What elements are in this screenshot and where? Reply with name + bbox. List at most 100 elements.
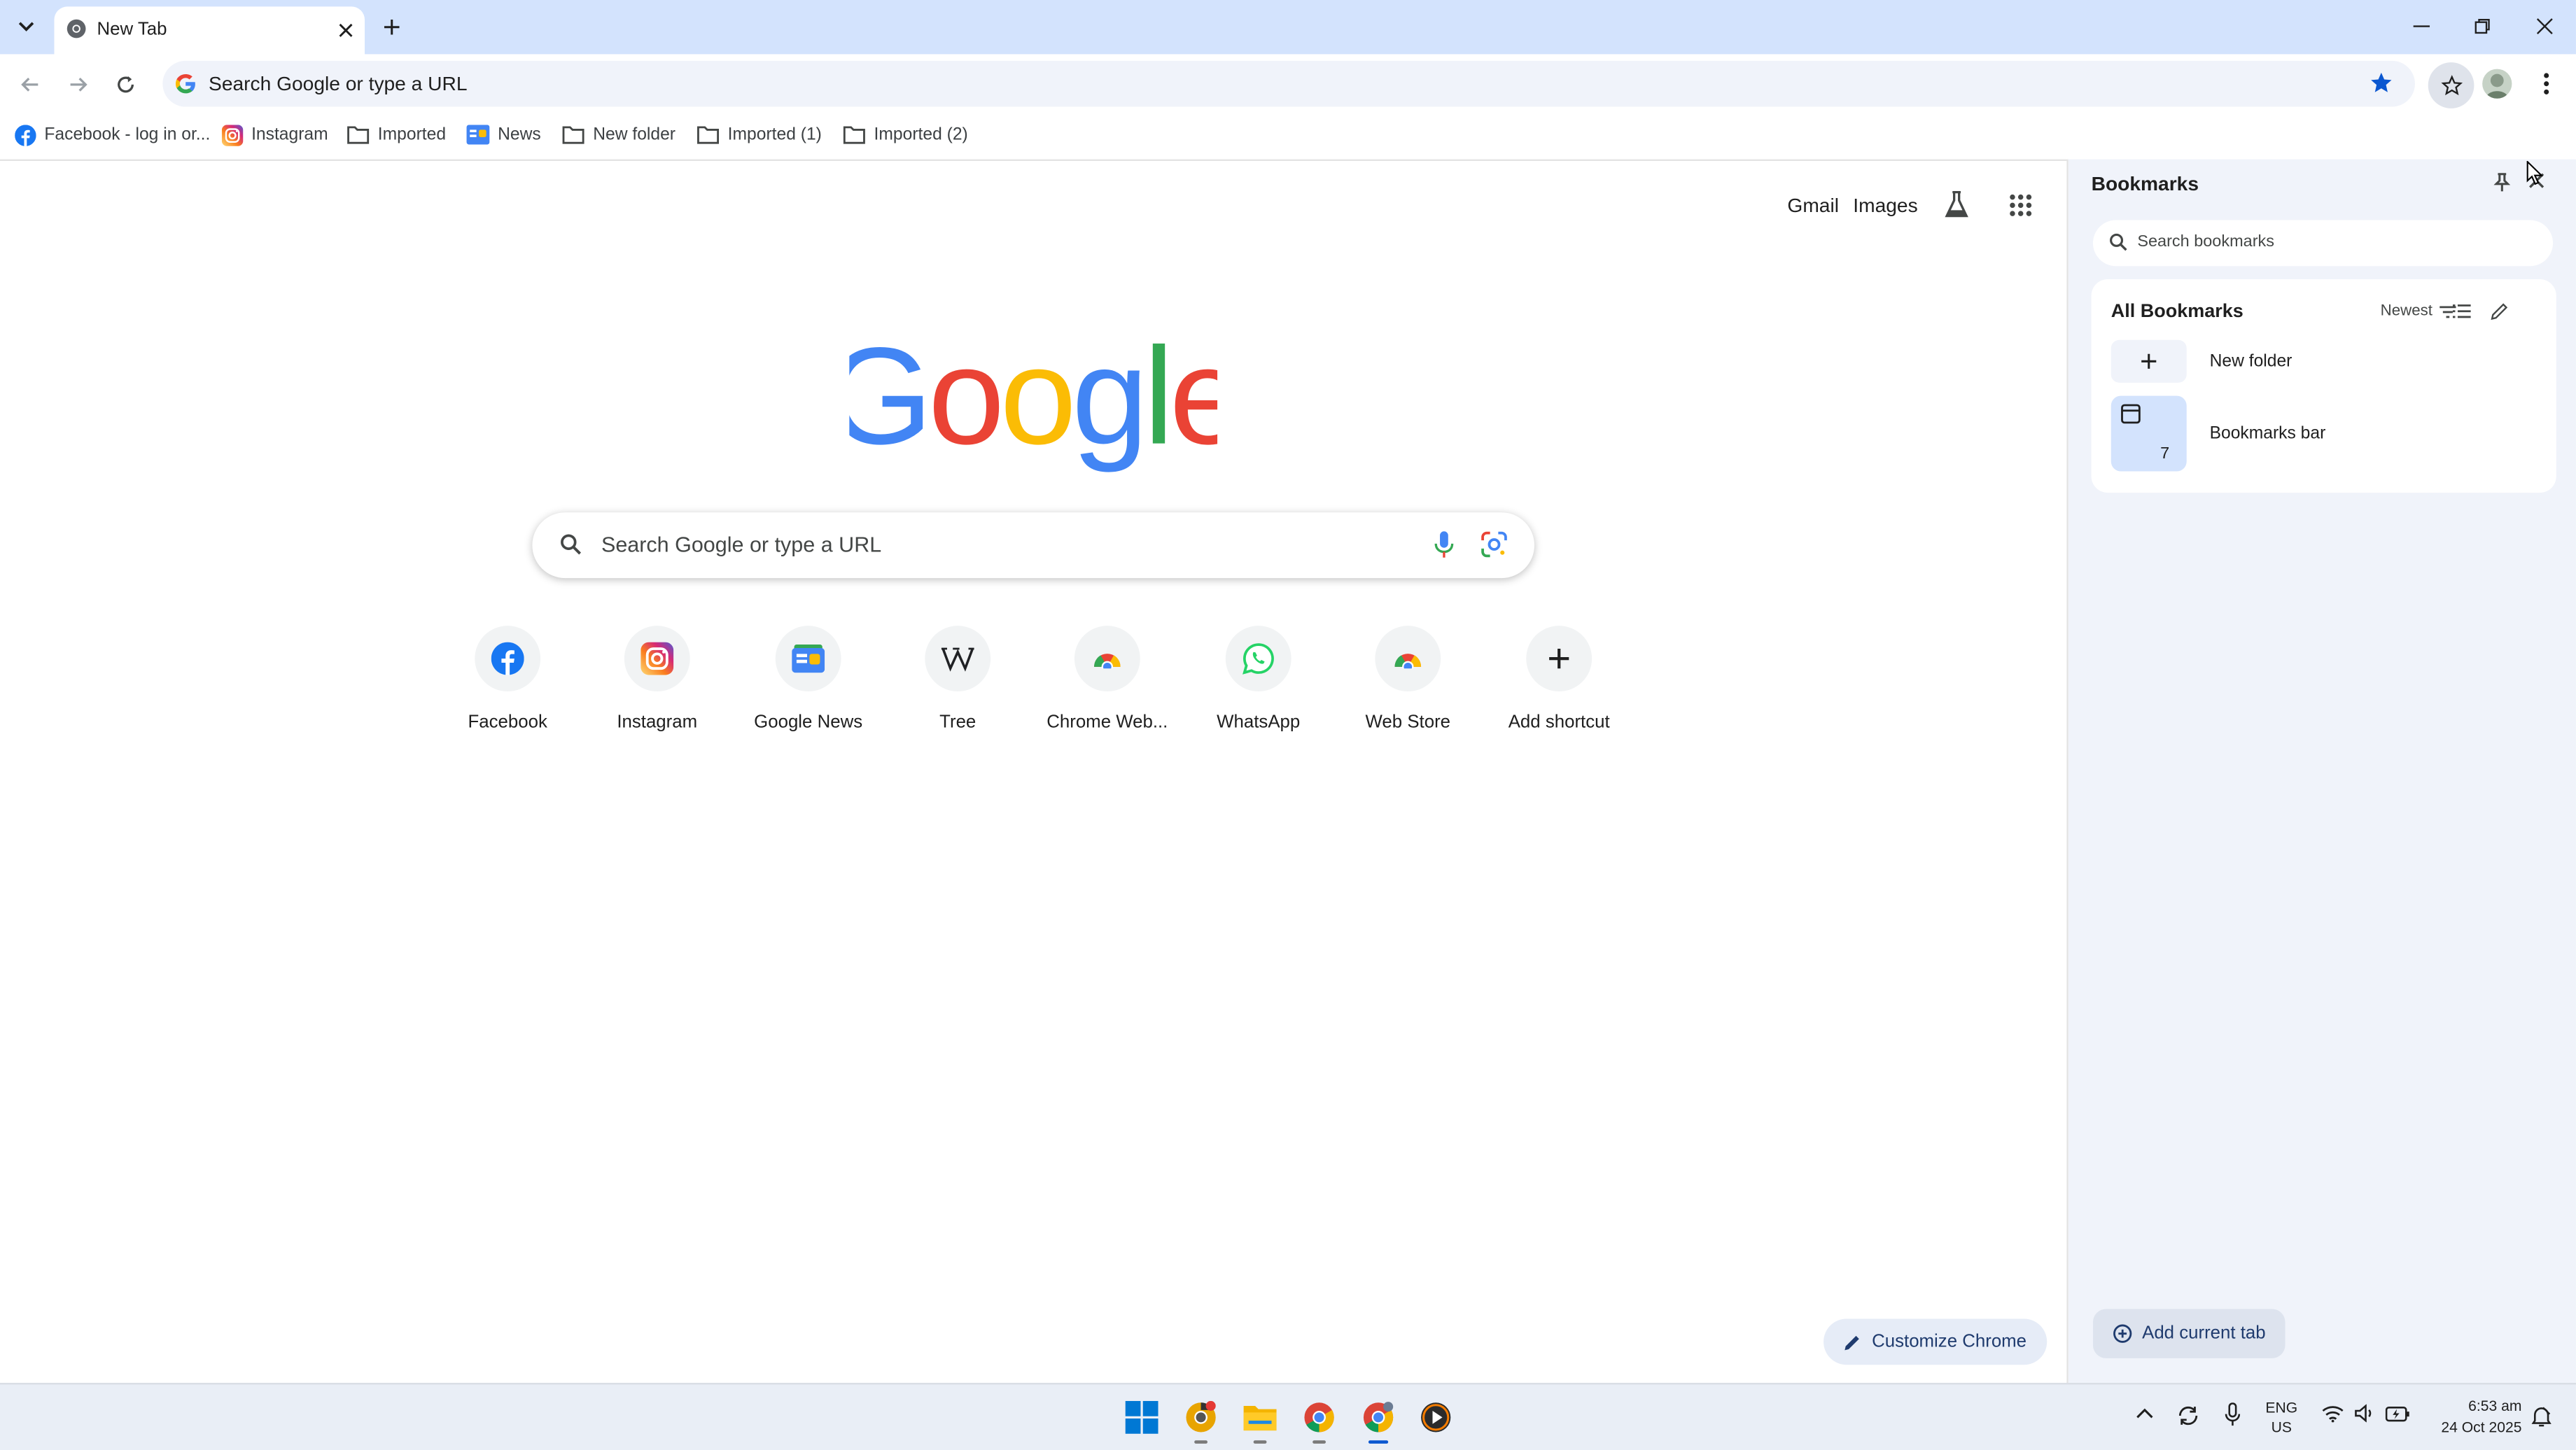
- bookmark-label: Instagram: [251, 125, 328, 145]
- windows-start-icon: [1125, 1400, 1158, 1434]
- google-lens-icon: [1481, 531, 1507, 558]
- new-folder-label: New folder: [2209, 351, 2292, 372]
- back-icon: [20, 76, 38, 91]
- chrome-web-store-icon: [1375, 626, 1441, 692]
- bookmark-folder-imported-1[interactable]: Imported (1): [696, 122, 822, 148]
- bookmark-folder-imported[interactable]: Imported: [346, 122, 446, 148]
- tab-strip: New Tab: [0, 0, 2576, 55]
- customize-chrome-button[interactable]: Customize Chrome: [1823, 1318, 2047, 1365]
- google-apps-button[interactable]: [2009, 194, 2032, 217]
- bookmark-folder-new-folder[interactable]: New folder: [562, 122, 676, 148]
- logo-letter: o: [928, 325, 1000, 473]
- reload-button[interactable]: [108, 67, 141, 100]
- edit-bookmarks-button[interactable]: [2491, 302, 2509, 321]
- volume-icon: [2355, 1404, 2372, 1423]
- shortcut-web-store[interactable]: Web Store: [1334, 622, 1482, 737]
- network-volume-battery-button[interactable]: [2321, 1404, 2410, 1423]
- notifications-button[interactable]: [2531, 1406, 2552, 1428]
- bookmarks-side-panel-button[interactable]: [2428, 62, 2474, 108]
- taskbar-media-player[interactable]: [1416, 1398, 1455, 1437]
- back-button[interactable]: [13, 67, 46, 100]
- shortcut-tree[interactable]: Tree: [884, 622, 1032, 737]
- taskbar-chrome[interactable]: [1299, 1398, 1338, 1444]
- logo-letter: G: [849, 325, 927, 473]
- bookmark-star-button[interactable]: [2369, 71, 2393, 95]
- taskbar-file-explorer[interactable]: [1240, 1398, 1280, 1444]
- running-indicator: [1253, 1440, 1267, 1444]
- side-panel-title: Bookmarks: [2091, 172, 2199, 196]
- ntp-search-placeholder: Search Google or type a URL: [601, 532, 882, 557]
- address-bar[interactable]: Search Google or type a URL: [162, 60, 2415, 107]
- chevron-down-icon: [18, 22, 34, 31]
- voice-search-button[interactable]: [1434, 530, 1454, 558]
- tab-close-button[interactable]: [333, 18, 356, 41]
- bookmarks-bar: Facebook - log in or... Instagram Import…: [0, 113, 2576, 156]
- shortcut-label: Instagram: [617, 712, 698, 733]
- shortcut-instagram[interactable]: Instagram: [583, 622, 731, 737]
- add-shortcut-button[interactable]: Add shortcut: [1485, 622, 1633, 737]
- list-view-icon: [2452, 304, 2471, 318]
- bookmark-folder-imported-2[interactable]: Imported (2): [843, 122, 968, 148]
- minimize-button[interactable]: [2398, 10, 2444, 43]
- folder-icon: [562, 126, 584, 144]
- bookmarks-search-input[interactable]: Search bookmarks: [2092, 220, 2554, 267]
- shortcut-label: Facebook: [468, 712, 547, 733]
- sync-tray-button[interactable]: [2177, 1405, 2200, 1428]
- plus-icon: [383, 18, 399, 34]
- bookmark-instagram[interactable]: Instagram: [221, 122, 328, 148]
- chrome-web-store-icon: [1074, 626, 1140, 692]
- new-tab-button[interactable]: [378, 13, 405, 40]
- chrome-menu-button[interactable]: [2532, 69, 2561, 99]
- file-explorer-icon: [1243, 1405, 1277, 1431]
- bookmarks-bar-thumbnail: 7: [2110, 395, 2187, 472]
- pencil-icon: [1845, 1335, 1860, 1350]
- bookmarks-bar-folder-row[interactable]: 7 Bookmarks bar: [2110, 395, 2538, 472]
- shortcut-google-news[interactable]: Google News: [734, 622, 882, 737]
- images-link[interactable]: Images: [1853, 194, 1917, 217]
- ntp-search-box[interactable]: Search Google or type a URL: [532, 512, 1535, 579]
- new-folder-row[interactable]: New folder: [2110, 339, 2538, 383]
- close-window-button[interactable]: [2521, 10, 2568, 43]
- bookmarks-side-panel: Bookmarks Search bookmarks All Bookmarks…: [2068, 159, 2576, 1384]
- restore-button[interactable]: [2459, 10, 2505, 43]
- taskbar-chrome-beta[interactable]: [1359, 1398, 1398, 1444]
- tab-new-tab[interactable]: New Tab: [54, 6, 365, 55]
- chrome-icon: [1304, 1402, 1334, 1433]
- chevron-up-icon: [2136, 1408, 2153, 1419]
- windows-taskbar: ENG US 6:53 am 24 Oct 2025: [0, 1383, 2576, 1450]
- shortcut-facebook[interactable]: Facebook: [434, 622, 582, 737]
- google-news-icon: [775, 626, 841, 692]
- bookmark-news[interactable]: News: [466, 122, 541, 148]
- input-language-button[interactable]: ENG US: [2265, 1398, 2297, 1437]
- lens-search-button[interactable]: [1480, 530, 1508, 558]
- instagram-icon: [624, 626, 690, 692]
- clock-button[interactable]: 6:53 am 24 Oct 2025: [2426, 1396, 2521, 1439]
- bookmarks-panel-icon: [2440, 73, 2462, 95]
- folder-icon: [347, 126, 370, 144]
- microphone-tray-button[interactable]: [2225, 1402, 2241, 1427]
- clock-date: 24 Oct 2025: [2441, 1419, 2522, 1436]
- google-g-icon: [174, 72, 197, 95]
- logo-letter: e: [1169, 325, 1217, 473]
- taskbar-chrome-canary[interactable]: [1181, 1398, 1220, 1444]
- forward-button[interactable]: [61, 67, 94, 100]
- shortcut-whatsapp[interactable]: WhatsApp: [1184, 622, 1332, 737]
- media-player-icon: [1421, 1402, 1451, 1433]
- bookmarks-bar-icon: [2121, 404, 2141, 424]
- shortcut-chrome-web-store[interactable]: Chrome Web...: [1033, 622, 1181, 737]
- gmail-link[interactable]: Gmail: [1787, 194, 1839, 217]
- tray-overflow-button[interactable]: [2136, 1407, 2154, 1419]
- labs-button[interactable]: [1943, 190, 1970, 218]
- windows-start-button[interactable]: [1122, 1398, 1161, 1437]
- sort-button[interactable]: Newest: [2381, 302, 2456, 321]
- add-current-tab-button[interactable]: Add current tab: [2092, 1309, 2286, 1358]
- avatar[interactable]: [2482, 69, 2512, 99]
- search-icon: [560, 534, 582, 556]
- bookmark-label: Imported (1): [727, 125, 822, 145]
- view-toggle-button[interactable]: [2452, 304, 2471, 318]
- pin-panel-button[interactable]: [2493, 172, 2511, 192]
- tab-search-button[interactable]: [10, 10, 43, 43]
- bookmark-facebook[interactable]: Facebook - log in or...: [15, 122, 210, 148]
- add-current-tab-label: Add current tab: [2142, 1323, 2266, 1344]
- chrome-icon: [66, 18, 88, 40]
